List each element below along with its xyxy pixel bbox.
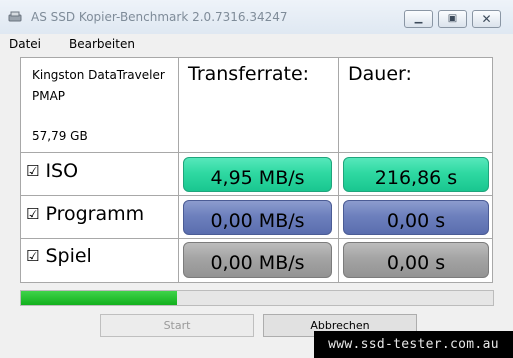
spiel-duration: 0,00 s bbox=[343, 242, 489, 278]
maximize-button[interactable]: ▣ bbox=[438, 10, 467, 28]
close-button[interactable]: ✕ bbox=[472, 10, 501, 28]
minimize-icon: ▁ bbox=[414, 13, 423, 24]
spiel-checkbox[interactable]: ☑ Spiel bbox=[26, 245, 92, 267]
iso-checkbox[interactable]: ☑ ISO bbox=[26, 160, 78, 182]
close-icon: ✕ bbox=[481, 12, 492, 26]
menu-bar: Datei Bearbeiten bbox=[0, 34, 513, 54]
drive-firmware: PMAP bbox=[32, 89, 66, 103]
programm-checkbox[interactable]: ☑ Programm bbox=[26, 203, 144, 225]
window-title: AS SSD Kopier-Benchmark 2.0.7316.34247 bbox=[31, 10, 288, 24]
iso-label: ISO bbox=[45, 160, 79, 182]
minimize-button[interactable]: ▁ bbox=[404, 10, 433, 28]
drive-model: Kingston DataTraveler bbox=[32, 68, 165, 82]
menu-datei[interactable]: Datei bbox=[9, 37, 41, 51]
start-button[interactable]: Start bbox=[100, 314, 254, 337]
maximize-icon: ▣ bbox=[447, 13, 458, 24]
results-grid: Kingston DataTraveler PMAP 57,79 GB Tran… bbox=[20, 57, 493, 283]
iso-duration: 216,86 s bbox=[343, 157, 489, 192]
checkbox-icon: ☑ bbox=[26, 162, 40, 180]
spiel-transfer-rate: 0,00 MB/s bbox=[183, 242, 332, 278]
checkbox-icon: ☑ bbox=[26, 247, 40, 265]
transfer-rate-header: Transferrate: bbox=[188, 63, 310, 85]
duration-header: Dauer: bbox=[348, 63, 412, 85]
iso-transfer-rate: 4,95 MB/s bbox=[183, 157, 332, 192]
programm-label: Programm bbox=[45, 203, 145, 225]
programm-transfer-rate: 0,00 MB/s bbox=[183, 200, 332, 235]
title-bar: AS SSD Kopier-Benchmark 2.0.7316.34247 ▁… bbox=[0, 0, 513, 34]
watermark: www.ssd-tester.com.au bbox=[314, 331, 513, 358]
drive-name: Kingston DataTraveler PMAP bbox=[32, 65, 182, 107]
progress-fill bbox=[21, 291, 177, 305]
drive-size: 57,79 GB bbox=[32, 129, 88, 143]
progress-bar bbox=[20, 290, 494, 306]
programm-duration: 0,00 s bbox=[343, 200, 489, 235]
menu-bearbeiten[interactable]: Bearbeiten bbox=[69, 37, 135, 51]
spiel-label: Spiel bbox=[45, 245, 92, 267]
app-icon bbox=[8, 11, 22, 22]
checkbox-icon: ☑ bbox=[26, 205, 40, 223]
